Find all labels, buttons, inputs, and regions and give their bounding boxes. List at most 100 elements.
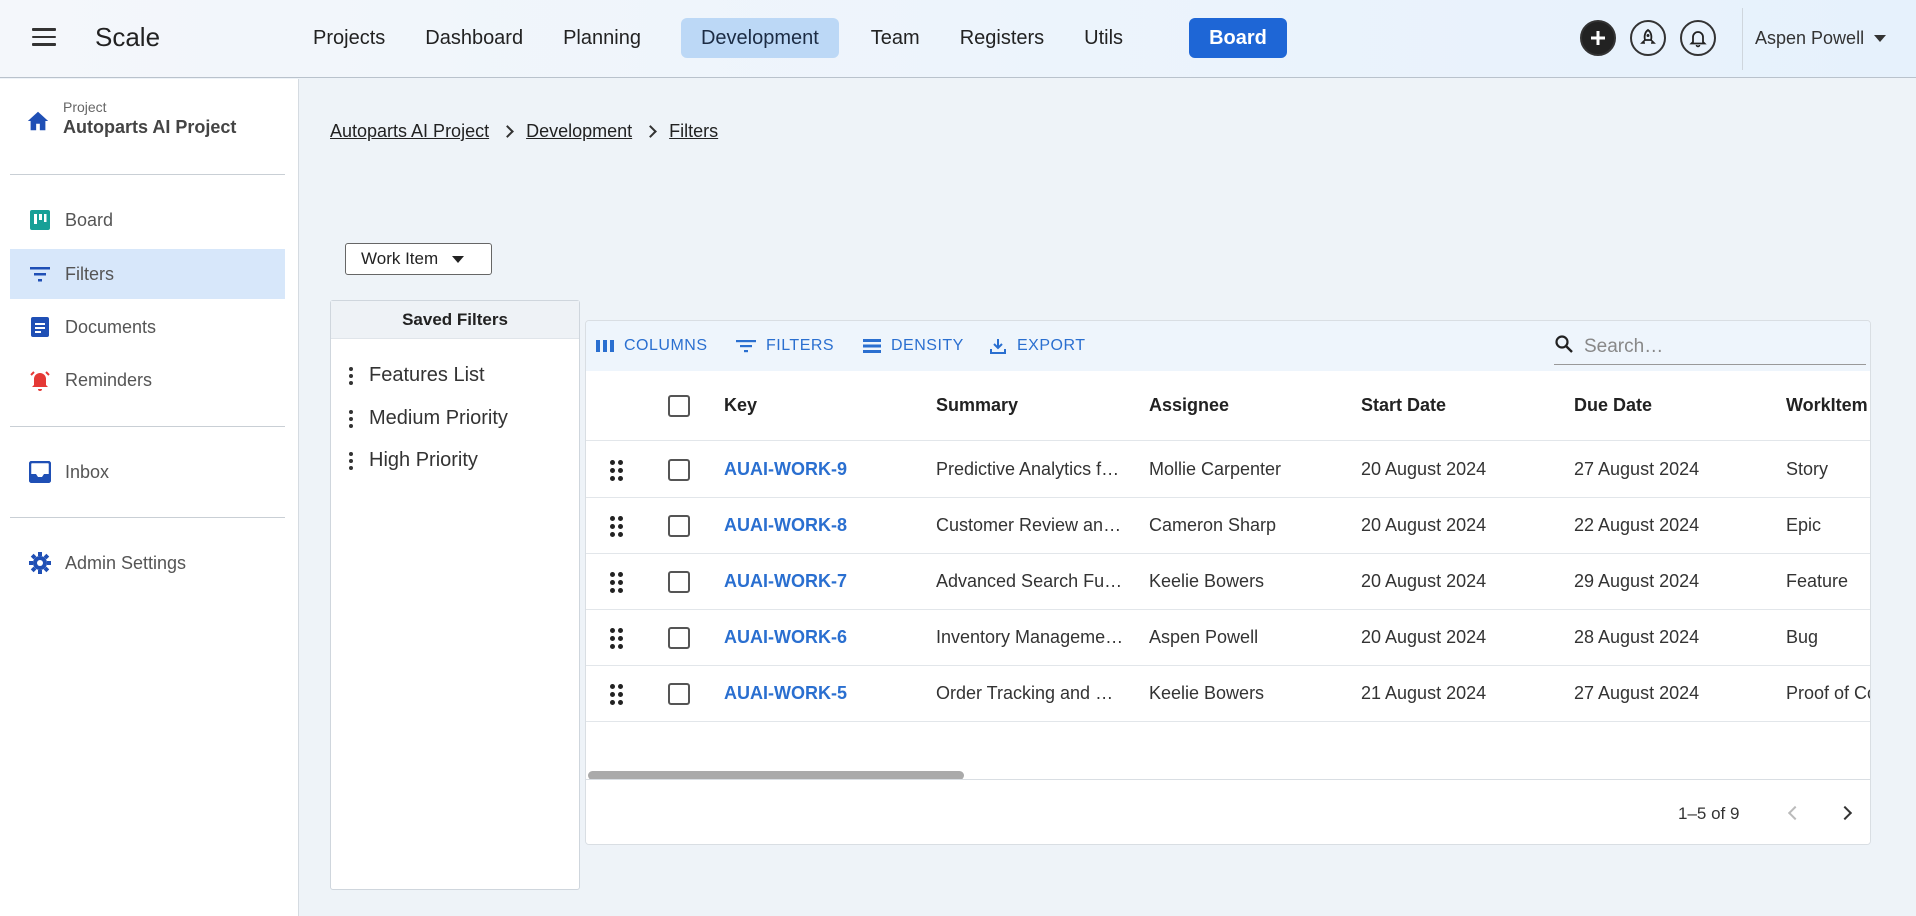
nav-planning[interactable]: Planning <box>545 18 659 58</box>
next-page-button[interactable] <box>1832 800 1858 826</box>
row-due-date: 29 August 2024 <box>1574 571 1700 591</box>
filter-icon <box>28 262 52 286</box>
add-circle-icon[interactable] <box>1580 20 1616 56</box>
nav-team[interactable]: Team <box>853 18 938 58</box>
export-button[interactable]: EXPORT <box>989 337 1086 355</box>
nav-development[interactable]: Development <box>680 18 839 58</box>
column-header-due-date[interactable]: Due Date <box>1574 395 1652 416</box>
work-item-select[interactable]: Work Item <box>345 243 492 275</box>
row-checkbox[interactable] <box>668 515 690 537</box>
nav-dashboard[interactable]: Dashboard <box>407 18 541 58</box>
sidebar-item-documents[interactable]: Documents <box>10 302 285 352</box>
row-due-date: 22 August 2024 <box>1574 515 1700 535</box>
board-button[interactable]: Board <box>1189 18 1287 58</box>
table-row[interactable]: AUAI-WORK-6 Inventory Manageme… Aspen Po… <box>586 610 1870 666</box>
board-icon <box>28 208 52 232</box>
column-header-start-date[interactable]: Start Date <box>1361 395 1446 416</box>
sidebar-divider <box>10 517 285 518</box>
row-key-link[interactable]: AUAI-WORK-9 <box>724 459 924 480</box>
chevron-right-icon <box>1837 805 1853 821</box>
column-header-assignee[interactable]: Assignee <box>1149 395 1229 416</box>
row-start-date: 20 August 2024 <box>1361 515 1487 535</box>
row-checkbox[interactable] <box>668 683 690 705</box>
select-all-checkbox[interactable] <box>668 395 690 417</box>
top-bar: Scale Projects Dashboard Planning Develo… <box>0 0 1916 78</box>
table-header: Key Summary Assignee Start Date Due Date… <box>586 371 1870 441</box>
document-icon <box>28 315 52 339</box>
work-item-select-value: Work Item <box>361 249 439 268</box>
drag-handle-icon[interactable] <box>610 516 624 538</box>
row-key-link[interactable]: AUAI-WORK-7 <box>724 571 924 592</box>
row-start-date: 20 August 2024 <box>1361 627 1487 647</box>
row-summary: Customer Review an… <box>936 515 1122 535</box>
row-start-date: 21 August 2024 <box>1361 683 1487 703</box>
table-row[interactable]: AUAI-WORK-8 Customer Review an… Cameron … <box>586 498 1870 554</box>
search-box <box>1554 329 1866 365</box>
drag-handle-icon[interactable] <box>610 628 624 650</box>
columns-label: COLUMNS <box>624 337 708 354</box>
sidebar-item-reminders[interactable]: Reminders <box>10 355 285 405</box>
saved-filter-item[interactable]: High Priority <box>349 449 478 472</box>
row-key-link[interactable]: AUAI-WORK-5 <box>724 683 924 704</box>
row-key-link[interactable]: AUAI-WORK-8 <box>724 515 924 536</box>
nav-registers[interactable]: Registers <box>942 18 1062 58</box>
breadcrumb-development[interactable]: Development <box>526 121 632 142</box>
more-vert-icon[interactable] <box>349 365 353 386</box>
drag-handle-icon[interactable] <box>610 460 624 482</box>
saved-filter-label: Features List <box>369 364 485 386</box>
row-checkbox[interactable] <box>668 459 690 481</box>
table-row[interactable]: AUAI-WORK-9 Predictive Analytics f… Moll… <box>586 442 1870 498</box>
more-vert-icon[interactable] <box>349 450 353 471</box>
project-name: Autoparts AI Project <box>63 117 237 137</box>
search-input[interactable] <box>1584 335 1844 358</box>
bell-icon[interactable] <box>1680 20 1716 56</box>
nav-projects[interactable]: Projects <box>295 18 403 58</box>
previous-page-button[interactable] <box>1782 800 1808 826</box>
row-assignee: Mollie Carpenter <box>1149 459 1282 479</box>
inbox-icon <box>28 460 52 484</box>
row-summary: Advanced Search Fu… <box>936 571 1123 591</box>
row-due-date: 27 August 2024 <box>1574 683 1700 703</box>
sidebar-item-filters[interactable]: Filters <box>10 249 285 299</box>
nav-utils[interactable]: Utils <box>1066 18 1141 58</box>
row-checkbox[interactable] <box>668 571 690 593</box>
user-menu[interactable]: Aspen Powell <box>1755 28 1887 49</box>
project-header[interactable]: Project Autoparts AI Project <box>26 99 236 138</box>
table-row[interactable]: AUAI-WORK-5 Order Tracking and … Keelie … <box>586 666 1870 722</box>
saved-filter-label: High Priority <box>369 449 478 471</box>
menu-icon[interactable] <box>32 28 56 48</box>
sidebar-divider <box>10 426 285 427</box>
saved-filter-item[interactable]: Medium Priority <box>349 407 508 430</box>
saved-filter-label: Medium Priority <box>369 407 508 429</box>
sidebar: Project Autoparts AI Project Board Filte… <box>0 79 299 916</box>
breadcrumb-filters[interactable]: Filters <box>669 121 718 142</box>
sidebar-item-board[interactable]: Board <box>10 195 285 245</box>
more-vert-icon[interactable] <box>349 408 353 429</box>
sidebar-item-admin-settings[interactable]: Admin Settings <box>10 538 285 588</box>
column-header-summary[interactable]: Summary <box>936 395 1018 416</box>
columns-button[interactable]: COLUMNS <box>596 337 708 355</box>
sidebar-item-label: Filters <box>65 263 114 284</box>
user-name: Aspen Powell <box>1755 28 1865 48</box>
row-key-link[interactable]: AUAI-WORK-6 <box>724 627 924 648</box>
density-button[interactable]: DENSITY <box>863 337 964 355</box>
row-workitem-type: Story <box>1786 459 1829 479</box>
drag-handle-icon[interactable] <box>610 684 624 706</box>
column-header-workitem[interactable]: WorkItem <box>1786 395 1868 416</box>
saved-filter-item[interactable]: Features List <box>349 364 485 387</box>
column-header-key[interactable]: Key <box>724 395 757 416</box>
breadcrumb-project[interactable]: Autoparts AI Project <box>330 121 489 142</box>
header-divider <box>1742 8 1743 70</box>
alarm-icon <box>28 368 52 392</box>
table-row[interactable]: AUAI-WORK-7 Advanced Search Fu… Keelie B… <box>586 554 1870 610</box>
row-start-date: 20 August 2024 <box>1361 459 1487 479</box>
row-assignee: Keelie Bowers <box>1149 571 1265 591</box>
row-assignee: Cameron Sharp <box>1149 515 1277 535</box>
sidebar-item-inbox[interactable]: Inbox <box>10 447 285 497</box>
density-label: DENSITY <box>891 337 964 354</box>
filters-button[interactable]: FILTERS <box>736 337 834 355</box>
drag-handle-icon[interactable] <box>610 572 624 594</box>
row-checkbox[interactable] <box>668 627 690 649</box>
rocket-icon[interactable] <box>1630 20 1666 56</box>
row-workitem-type: Epic <box>1786 515 1822 535</box>
